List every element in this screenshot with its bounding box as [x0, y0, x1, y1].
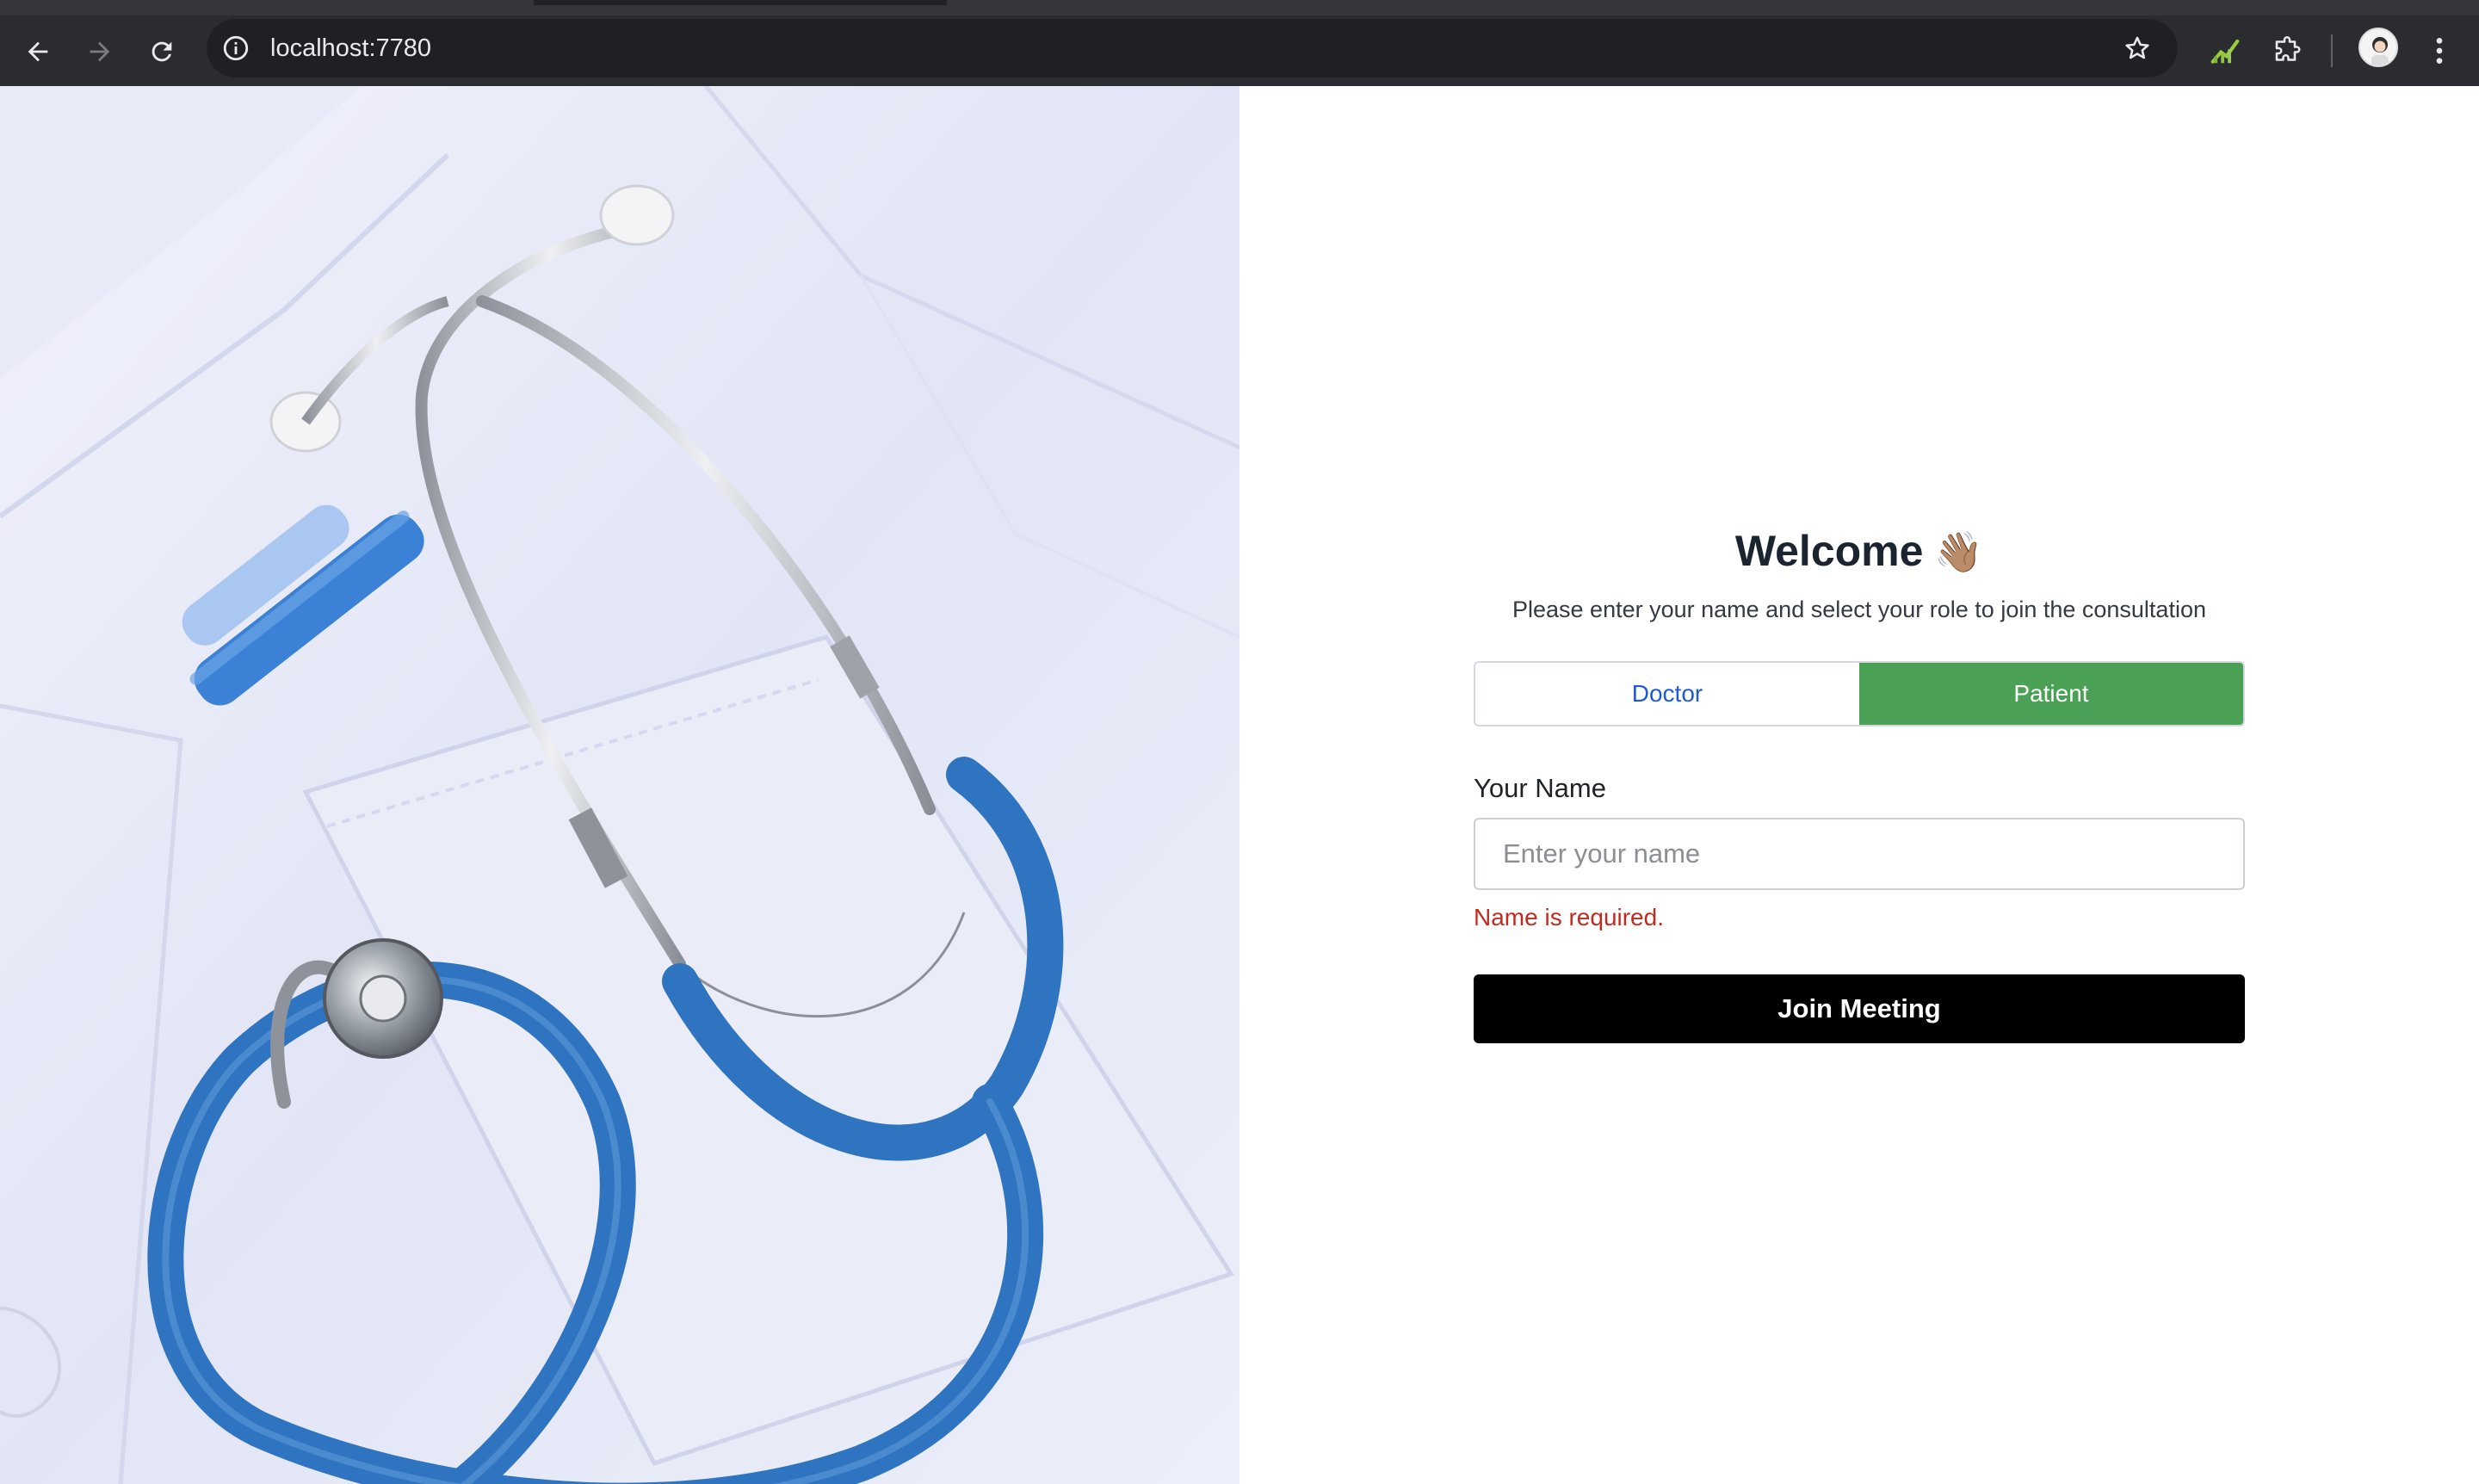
waving-hand-emoji: 👋🏽 — [1933, 529, 1984, 574]
subtitle: Please enter your name and select your r… — [1512, 597, 2206, 622]
browser-chrome: localhost:7780 — [0, 0, 2479, 86]
name-input[interactable] — [1474, 818, 2245, 890]
arrow-right-icon — [90, 41, 110, 62]
arrow-left-icon — [28, 41, 48, 62]
info-icon[interactable] — [220, 33, 251, 64]
avatar[interactable] — [2358, 28, 2398, 67]
browser-toolbar: localhost:7780 — [0, 15, 2479, 86]
join-form: Welcome 👋🏽 Please enter your name and se… — [1474, 516, 2245, 1043]
address-bar[interactable]: localhost:7780 — [207, 19, 2178, 77]
role-selector: Doctor Patient — [1474, 661, 2245, 727]
star-icon[interactable] — [2121, 32, 2154, 65]
toolbar-separator — [2331, 34, 2333, 67]
back-button[interactable] — [14, 28, 62, 76]
puzzle-icon[interactable] — [2266, 29, 2309, 72]
performance-extension-icon[interactable] — [2204, 29, 2247, 72]
hero-image — [0, 86, 1240, 1484]
tab-strip — [0, 0, 2479, 15]
name-error-message: Name is required. — [1474, 904, 1664, 931]
forward-button[interactable] — [76, 28, 124, 76]
welcome-heading: Welcome 👋🏽 — [1474, 516, 2245, 585]
stethoscope-illustration — [0, 86, 1240, 1484]
name-label: Your Name — [1474, 773, 1606, 803]
reload-button[interactable] — [138, 28, 186, 76]
url-text[interactable]: localhost:7780 — [270, 33, 431, 64]
active-tab-indicator — [534, 0, 947, 5]
join-meeting-button[interactable]: Join Meeting — [1474, 974, 2245, 1043]
role-doctor-button[interactable]: Doctor — [1475, 663, 1859, 725]
page-title: Welcome — [1734, 527, 1924, 575]
role-patient-button[interactable]: Patient — [1859, 663, 2243, 725]
kebab-menu-icon[interactable] — [2420, 29, 2458, 72]
reload-icon — [151, 41, 172, 62]
page: Welcome 👋🏽 Please enter your name and se… — [0, 86, 2479, 1484]
